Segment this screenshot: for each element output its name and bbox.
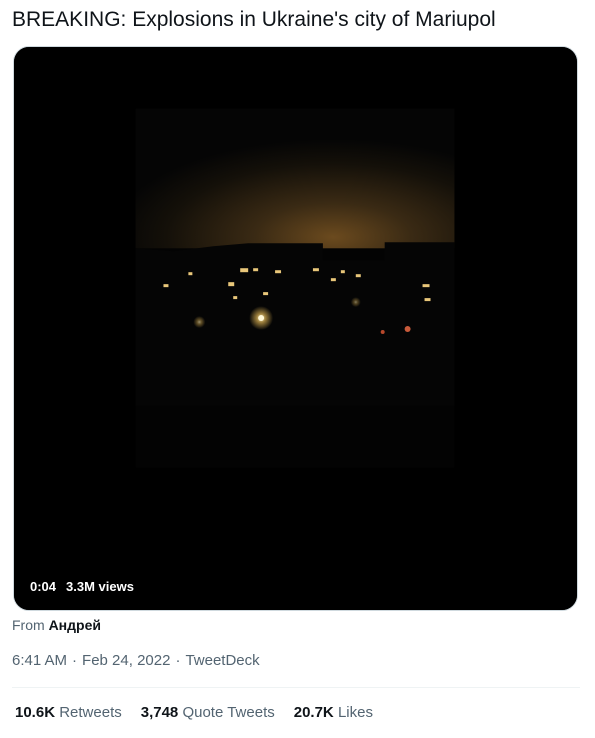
retweets-count: 10.6K [15, 704, 56, 721]
tweet-time-link[interactable]: 6:41 AM [12, 652, 67, 669]
likes-stat-link[interactable]: 20.7K Likes [294, 703, 373, 723]
retweets-label: Retweets [59, 704, 122, 721]
source-name-link[interactable]: Андрей [49, 617, 101, 633]
quote-tweets-stat-link[interactable]: 3,748 Quote Tweets [141, 703, 275, 723]
tweet-metadata: 6:41 AM · Feb 24, 2022 · TweetDeck [12, 651, 260, 671]
engagement-stats: 10.6K Retweets 3,748 Quote Tweets 20.7K … [15, 703, 373, 723]
likes-count: 20.7K [293, 704, 334, 721]
separator-dot: · [72, 652, 78, 669]
quote-tweets-label: Quote Tweets [182, 704, 275, 721]
likes-label: Likes [337, 704, 373, 721]
retweets-stat-link[interactable]: 10.6K Retweets [15, 703, 122, 723]
separator-dot: · [175, 652, 181, 669]
source-attribution: From Андрей [12, 616, 101, 634]
video-player[interactable]: 0:04 3.3M views [13, 46, 578, 611]
tweet-date-link[interactable]: Feb 24, 2022 [82, 652, 170, 669]
tweet-client: TweetDeck [185, 652, 260, 669]
tweet: BREAKING: Explosions in Ukraine's city o… [0, 0, 595, 738]
quote-tweets-count: 3,748 [140, 704, 179, 721]
video-frame[interactable] [14, 47, 577, 610]
source-prefix: From [12, 617, 45, 633]
divider [12, 687, 580, 688]
video-timestamp: 0:04 [30, 579, 57, 594]
video-views: 3.3M views [66, 579, 134, 594]
tweet-text: BREAKING: Explosions in Ukraine's city o… [12, 8, 496, 31]
video-overlay: 0:04 3.3M views [30, 579, 134, 594]
